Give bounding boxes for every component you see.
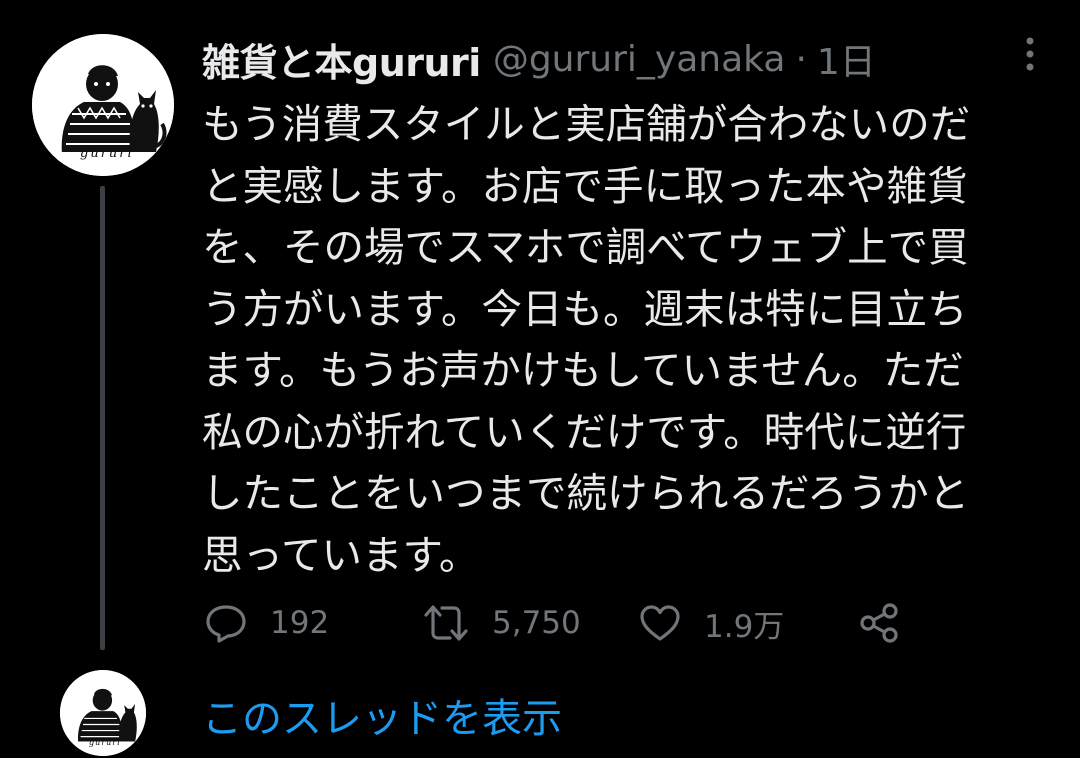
reply-button[interactable]: 192 [204, 598, 329, 648]
thread-connector-line [100, 186, 105, 650]
tweet-text-line: と実感します。お店で手に取った本や雑貨 [202, 161, 968, 210]
show-thread-link[interactable]: このスレッドを表示 [202, 686, 562, 744]
more-options-button[interactable] [1008, 34, 1052, 74]
tweet-header: 雑貨と本gururi @gururi_yanaka · 1日 [202, 30, 876, 88]
user-handle[interactable]: @gururi_yanaka [493, 39, 786, 80]
tweet-text-line: う方がいます。今日も。週末は特に目立ち [202, 284, 968, 333]
tweet-text: もう消費スタイルと実店舗が合わないのだ と実感します。お店で手に取った本や雑貨 … [202, 94, 1052, 586]
tweet-text-line: ます。もうお声かけもしていません。ただ [202, 346, 964, 394]
like-count: 1.9万 [704, 608, 785, 645]
tweet-text-line: を、その場でスマホで調べてウェブ上で買 [202, 223, 969, 271]
reply-icon [206, 605, 246, 643]
retweet-count: 5,750 [492, 605, 581, 641]
tweet-text-line: 思っています。 [202, 530, 480, 579]
share-icon [860, 603, 898, 643]
reply-count: 192 [270, 605, 330, 641]
thread-avatar[interactable]: gururi [60, 670, 146, 756]
retweet-button[interactable]: 5,750 [422, 598, 581, 648]
avatar-wordmark: gururi [80, 146, 134, 161]
avatar[interactable]: gururi [32, 34, 174, 176]
timestamp[interactable]: 1日 [817, 33, 876, 85]
retweet-icon [424, 605, 468, 641]
tweet-text-line: もう消費スタイルと実店舗が合わないのだ [202, 100, 971, 148]
heart-icon [640, 605, 680, 641]
display-name[interactable]: 雑貨と本gururi [202, 32, 481, 87]
more-vertical-icon [1026, 37, 1034, 71]
tweet-actions: 192 5,750 1.9万 [204, 598, 924, 648]
like-button[interactable]: 1.9万 [638, 598, 784, 648]
tweet-text-line: したことをいつまで続けられるだろうかと [202, 469, 970, 517]
avatar-wordmark: gururi [89, 738, 121, 747]
tweet-text-line: 私の心が折れていくだけです。時代に逆行 [202, 407, 967, 456]
share-button[interactable] [858, 598, 902, 648]
header-separator: · [795, 38, 807, 80]
